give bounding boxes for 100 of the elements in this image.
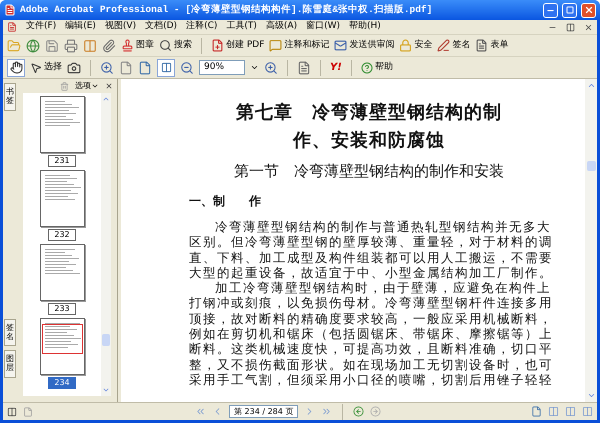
- window-icon[interactable]: [83, 38, 97, 52]
- yahoo-icon[interactable]: Y!: [330, 60, 342, 75]
- side-tab[interactable]: 签名: [4, 318, 16, 346]
- view-area-frame[interactable]: [42, 324, 82, 354]
- zoom-field[interactable]: 90%: [199, 60, 245, 75]
- body-text-line: 大型的起重设备，故适宜于中、小型金属结构加工厂制作。: [189, 264, 553, 280]
- menu-item[interactable]: 文件(F): [26, 20, 56, 34]
- document-icon: [7, 22, 17, 32]
- dropdown-icon[interactable]: [250, 63, 259, 72]
- pen-icon: [437, 39, 450, 52]
- cursor-icon: [30, 62, 42, 74]
- scroll-thumb[interactable]: [586, 160, 596, 170]
- camera-icon[interactable]: [67, 60, 81, 74]
- toolbar-button[interactable]: 创建 PDF: [211, 38, 264, 52]
- help-icon: [360, 62, 373, 74]
- toolbar-button[interactable]: 图章: [121, 38, 154, 52]
- menu-item[interactable]: 注释(C): [186, 20, 218, 34]
- body-text-line: 冷弯薄壁型钢结构的制作与普通热轧型钢结构并无多大: [214, 219, 551, 234]
- zoom-out-icon[interactable]: [180, 60, 194, 74]
- menu-item[interactable]: 工具(T): [226, 20, 257, 34]
- help-button[interactable]: 帮助: [360, 60, 393, 74]
- last-page-icon[interactable]: [321, 406, 332, 417]
- toolbar-button[interactable]: 安全: [399, 38, 432, 52]
- page-thumbnail[interactable]: [40, 244, 84, 301]
- scroll-up-icon[interactable]: [102, 95, 110, 103]
- app-icon: [4, 4, 16, 16]
- single-page-icon[interactable]: [531, 406, 542, 417]
- caret-icon: [91, 82, 99, 90]
- select-tool-button[interactable]: 选择: [30, 60, 62, 74]
- close-button[interactable]: [581, 2, 596, 18]
- maximize-button[interactable]: [562, 2, 577, 18]
- save-icon[interactable]: [45, 38, 59, 52]
- fit-page-icon[interactable]: [138, 60, 152, 74]
- pages-icon[interactable]: [297, 60, 311, 74]
- side-tab[interactable]: 图层: [4, 350, 16, 378]
- hand-icon: [10, 61, 22, 74]
- body-text-line: 整，又不损伤截面形状。如在现场加工无切割设备时，也可: [189, 356, 553, 372]
- lock-icon: [399, 39, 412, 52]
- back-icon[interactable]: [353, 406, 364, 417]
- scroll-down-icon[interactable]: [586, 391, 596, 400]
- window-title: Adobe Acrobat Professional - [冷弯薄壁型钢结构构件].陈雪庭&张中权.扫描版.pdf]: [20, 2, 432, 17]
- page-thumbnail[interactable]: [40, 96, 84, 153]
- fit-width-button[interactable]: [157, 58, 175, 76]
- section-title: 第一节 冷弯薄壁型钢结构的制作和安装: [234, 161, 504, 182]
- minimize-button[interactable]: [543, 2, 558, 18]
- toolbar-button[interactable]: 搜索: [159, 38, 192, 52]
- body-text-line: 区别。但冷弯薄壁型钢的壁厚较薄、重量轻，对于材料的调: [189, 234, 553, 250]
- scroll-thumb[interactable]: [102, 334, 110, 346]
- maximize-icon: [566, 6, 574, 14]
- toolbar-button[interactable]: 注释和标记: [269, 38, 330, 52]
- trash-icon[interactable]: [60, 82, 69, 90]
- page-thumbnail[interactable]: [40, 170, 84, 227]
- page-number-label[interactable]: 234: [48, 377, 76, 389]
- first-page-icon[interactable]: [195, 406, 206, 417]
- globe-icon[interactable]: [26, 38, 40, 52]
- chapter-title: 作、安装和防腐蚀: [293, 129, 445, 153]
- printer-icon[interactable]: [64, 38, 78, 52]
- menu-item[interactable]: 文档(D): [145, 20, 178, 34]
- doc-close-icon[interactable]: [584, 22, 593, 32]
- comment-icon: [269, 39, 282, 52]
- form-icon: [475, 39, 488, 52]
- menu-item[interactable]: 编辑(E): [65, 20, 96, 34]
- toolbar-button[interactable]: 签名: [437, 38, 470, 52]
- page-number-label[interactable]: 231: [48, 155, 76, 167]
- body-text-line: 例如在剪切机和锯床（包括圆锯床、带锯床、摩擦锯等）上: [189, 326, 553, 342]
- zoom-in-icon[interactable]: [100, 60, 114, 74]
- paperclip-icon[interactable]: [102, 38, 116, 52]
- page-number-label[interactable]: 232: [48, 229, 76, 241]
- page-number-label[interactable]: 233: [48, 303, 76, 315]
- body-text-line: 直、下料、加工成型及构件组装都可以用人工搬运，不需要: [189, 250, 553, 265]
- body-text-line: 顶接，故对断料的精确度要求较高，一般应采用机械断料，: [189, 310, 553, 326]
- page-icon[interactable]: [119, 60, 133, 74]
- menu-item[interactable]: 窗口(W): [306, 20, 340, 34]
- forward-icon[interactable]: [370, 406, 382, 417]
- scrollbar[interactable]: [101, 93, 111, 396]
- close-icon[interactable]: [105, 82, 113, 90]
- scroll-up-icon[interactable]: [586, 81, 596, 90]
- hand-tool-button[interactable]: [7, 58, 25, 76]
- body-text-line: 加工冷弯薄壁型钢结构时，由于壁薄，应避免在构件上: [214, 280, 551, 296]
- envelope-icon: [334, 39, 348, 52]
- panel-icon[interactable]: [7, 406, 17, 416]
- toolbar-button[interactable]: 表单: [475, 38, 508, 52]
- page-number-field[interactable]: 第 234 / 284 页: [229, 405, 298, 418]
- side-tab[interactable]: 书签: [4, 83, 16, 111]
- chapter-title: 第七章 冷弯薄壁型钢结构的制: [236, 101, 502, 125]
- scrollbar[interactable]: [585, 79, 597, 402]
- menu-item[interactable]: 帮助(H): [349, 20, 381, 34]
- toolbar-button[interactable]: 发送供审阅: [334, 38, 394, 52]
- menu-item[interactable]: 视图(V): [104, 20, 136, 34]
- page-icon[interactable]: [23, 406, 33, 416]
- close-icon: [584, 5, 594, 15]
- zoom-in-icon[interactable]: [264, 60, 278, 74]
- subsection-title: 一、制 作: [189, 193, 261, 210]
- scroll-down-icon[interactable]: [102, 386, 110, 394]
- page-thumbnail[interactable]: [40, 318, 84, 375]
- document-plus-icon: [211, 39, 224, 52]
- body-text-line: 打钢冲或刻痕，以免损伤母材。冷弯薄壁型钢杆件连接多用: [189, 295, 553, 311]
- options-button[interactable]: 选项: [75, 80, 99, 92]
- menu-item[interactable]: 高级(A): [266, 20, 298, 34]
- stamp-icon: [121, 39, 134, 52]
